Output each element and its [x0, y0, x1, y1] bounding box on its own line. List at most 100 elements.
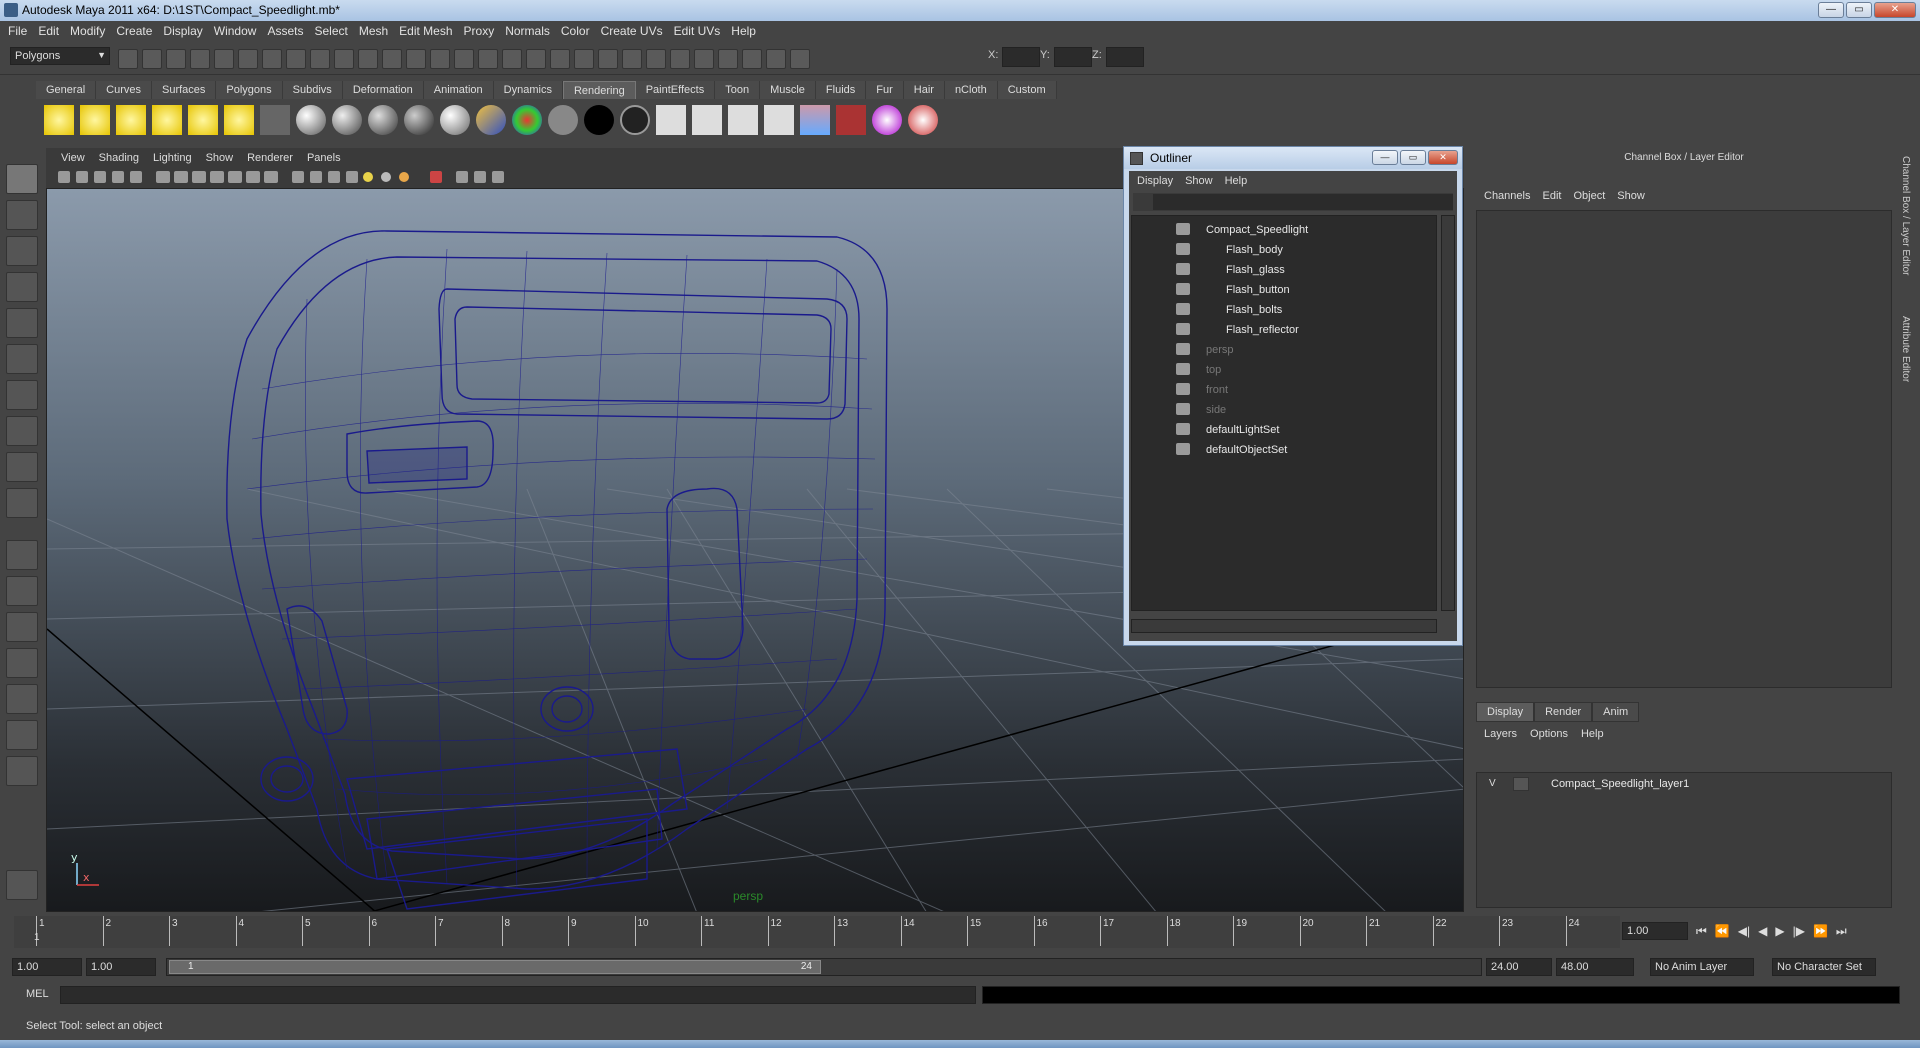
menu-help[interactable]: Help — [727, 21, 763, 41]
menu-modify[interactable]: Modify — [66, 21, 112, 41]
shelf-tab-ncloth[interactable]: nCloth — [944, 81, 998, 100]
render-stop-icon[interactable] — [836, 105, 866, 135]
show-manipulator-icon[interactable] — [6, 452, 38, 482]
ipr-icon[interactable] — [728, 105, 758, 135]
use-background-icon[interactable] — [584, 105, 614, 135]
help-icon[interactable] — [454, 49, 474, 69]
scale-tool-icon[interactable] — [6, 344, 38, 374]
input-line-icon[interactable] — [790, 49, 810, 69]
new-scene-icon[interactable] — [118, 49, 138, 69]
menu-assets[interactable]: Assets — [263, 21, 310, 41]
outliner-item[interactable]: defaultObjectSet — [1132, 440, 1436, 460]
persp-outliner-layout-icon[interactable] — [6, 612, 38, 642]
character-set-select[interactable]: No Character Set — [1772, 958, 1876, 976]
menu-edit-mesh[interactable]: Edit Mesh — [395, 21, 459, 41]
command-language-label[interactable]: MEL — [26, 988, 49, 1000]
rotate-tool-icon[interactable] — [6, 308, 38, 338]
open-scene-icon[interactable] — [142, 49, 162, 69]
z-field[interactable] — [1106, 47, 1144, 67]
channel-menu-object[interactable]: Object — [1569, 190, 1613, 202]
layer-menu-help[interactable]: Help — [1577, 728, 1613, 740]
layer-menu-layers[interactable]: Layers — [1480, 728, 1526, 740]
anisotropic-sphere-icon[interactable] — [440, 105, 470, 135]
play-backwards-icon[interactable]: ◀ — [1758, 924, 1767, 939]
menu-edit-uvs[interactable]: Edit UVs — [670, 21, 728, 41]
hypershade-layout-icon[interactable] — [6, 684, 38, 714]
volume-light-icon[interactable] — [224, 105, 254, 135]
shelf-tab-animation[interactable]: Animation — [423, 81, 494, 100]
camera-icon[interactable] — [260, 105, 290, 135]
area-light-icon[interactable] — [188, 105, 218, 135]
outliner-item[interactable]: Flash_glass — [1132, 260, 1436, 280]
last-tool-icon[interactable] — [6, 488, 38, 518]
render-settings-icon[interactable] — [742, 49, 762, 69]
layout-menu-icon[interactable] — [6, 756, 38, 786]
save-scene-icon[interactable] — [166, 49, 186, 69]
high-quality-render-icon[interactable] — [474, 171, 486, 183]
outliner-item[interactable]: Flash_button — [1132, 280, 1436, 300]
layer-tab-anim[interactable]: Anim — [1592, 702, 1640, 722]
menu-create-uvs[interactable]: Create UVs — [597, 21, 670, 41]
render-view-icon[interactable] — [656, 105, 686, 135]
field-chart-icon[interactable] — [228, 171, 242, 183]
step-forward-frame-icon[interactable]: |▶ — [1793, 924, 1805, 939]
outliner-item[interactable]: side — [1132, 400, 1436, 420]
outliner-item[interactable]: persp — [1132, 340, 1436, 360]
select-object-icon[interactable] — [214, 49, 234, 69]
ambient-light-icon[interactable] — [44, 105, 74, 135]
mask-curves-icon[interactable] — [310, 49, 330, 69]
outliner-item[interactable]: top — [1132, 360, 1436, 380]
viewport-menu-renderer[interactable]: Renderer — [240, 148, 300, 168]
outliner-filter-input[interactable] — [1153, 194, 1453, 210]
move-tool-icon[interactable] — [6, 272, 38, 302]
menu-color[interactable]: Color — [557, 21, 597, 41]
snap-point-icon[interactable] — [574, 49, 594, 69]
range-handle[interactable]: 1 24 — [169, 960, 821, 974]
soft-mod-tool-icon[interactable] — [6, 416, 38, 446]
outliner-item[interactable]: Flash_bolts — [1132, 300, 1436, 320]
outliner-minimize-button[interactable]: — — [1372, 150, 1398, 165]
outliner-maximize-button[interactable]: ▭ — [1400, 150, 1426, 165]
menu-file[interactable]: File — [4, 21, 34, 41]
smooth-shade-icon[interactable] — [310, 171, 322, 183]
use-all-lights-icon[interactable] — [381, 172, 391, 182]
shelf-tab-dynamics[interactable]: Dynamics — [493, 81, 563, 100]
menu-proxy[interactable]: Proxy — [460, 21, 502, 41]
batch-render-icon[interactable] — [764, 105, 794, 135]
playback-end-field[interactable]: 24.00 — [1486, 958, 1552, 976]
xray-icon[interactable] — [430, 171, 442, 183]
viewport-menu-panels[interactable]: Panels — [300, 148, 348, 168]
phong-sphere-icon[interactable] — [368, 105, 398, 135]
x-field[interactable] — [1002, 47, 1040, 67]
grease-pencil-icon[interactable] — [130, 171, 142, 183]
render-current-icon[interactable] — [692, 105, 722, 135]
persp-graph-hypergraph-icon[interactable] — [6, 720, 38, 750]
camera-attributes-icon[interactable] — [58, 171, 70, 183]
shelf-tab-curves[interactable]: Curves — [96, 81, 152, 100]
shelf-tab-hair[interactable]: Hair — [903, 81, 945, 100]
anim-layer-select[interactable]: No Anim Layer — [1650, 958, 1754, 976]
history-icon[interactable] — [646, 49, 666, 69]
menu-display[interactable]: Display — [159, 21, 209, 41]
channel-menu-show[interactable]: Show — [1613, 190, 1653, 202]
side-tab-attribute-editor[interactable]: Attribute Editor — [1900, 316, 1911, 382]
surface-shader-icon[interactable] — [548, 105, 578, 135]
y-field[interactable] — [1054, 47, 1092, 67]
shelf-tab-custom[interactable]: Custom — [997, 81, 1057, 100]
layer-tab-render[interactable]: Render — [1534, 702, 1593, 722]
snap-plane-icon[interactable] — [598, 49, 618, 69]
playback-start-field[interactable]: 1.00 — [86, 958, 156, 976]
menu-create[interactable]: Create — [112, 21, 159, 41]
wireframe-icon[interactable] — [292, 171, 304, 183]
textured-icon[interactable] — [346, 171, 358, 183]
blinn-sphere-icon[interactable] — [332, 105, 362, 135]
menu-set-select[interactable]: Polygons ▼ — [10, 47, 110, 65]
shelf-tab-fluids[interactable]: Fluids — [815, 81, 867, 100]
lock-selection-icon[interactable] — [478, 49, 498, 69]
shelf-tab-toon[interactable]: Toon — [715, 81, 761, 100]
spot-light-icon[interactable] — [152, 105, 182, 135]
paint-select-tool-icon[interactable] — [6, 236, 38, 266]
select-component-icon[interactable] — [238, 49, 258, 69]
grid-toggle-icon[interactable] — [156, 171, 170, 183]
menu-normals[interactable]: Normals — [501, 21, 557, 41]
